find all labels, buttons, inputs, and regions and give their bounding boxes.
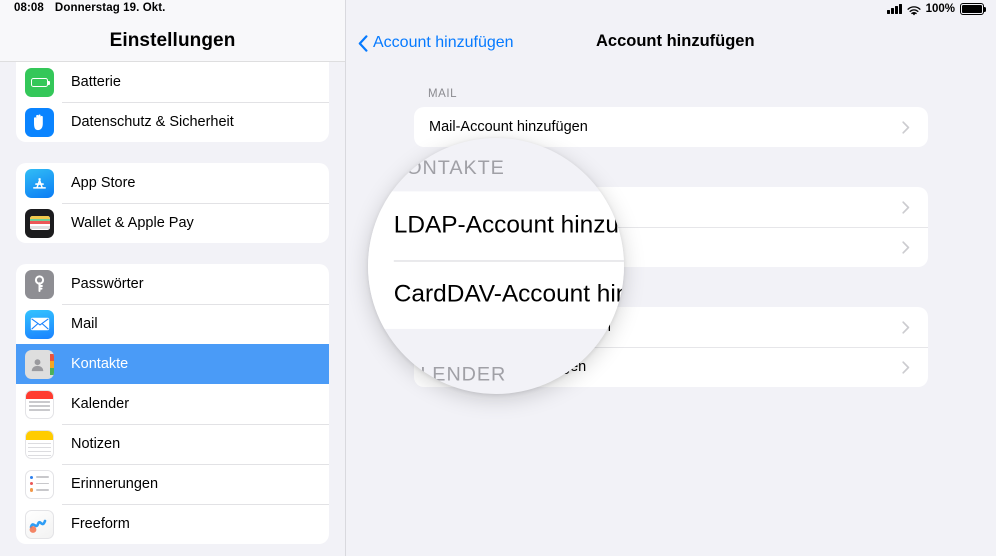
sidebar-group-system: Batterie Datenschutz & Sicherheit (16, 62, 329, 142)
back-button-label: Account hinzufügen (373, 34, 514, 51)
chevron-right-icon (902, 240, 910, 254)
sidebar-item-kontakte[interactable]: Kontakte (16, 344, 329, 384)
sidebar-item-label: Passwörter (71, 276, 144, 292)
chevron-right-icon (902, 360, 910, 374)
sidebar-item-mail[interactable]: Mail (16, 304, 329, 344)
magnifier-lens: KONTAKTE LDAP-Account hinzufügen CardDAV… (368, 138, 624, 394)
magnifier-card-kontakte: LDAP-Account hinzufügen CardDAV-Account … (368, 191, 624, 329)
page-title: Einstellungen (109, 30, 236, 51)
chevron-right-icon (902, 120, 910, 134)
sidebar-item-label: Erinnerungen (71, 476, 159, 492)
contacts-tabs (50, 353, 54, 375)
sidebar-item-label: Mail (71, 316, 98, 332)
sidebar-item-kalender[interactable]: Kalender (16, 384, 329, 424)
section-header-mail: MAIL (428, 88, 458, 100)
magnifier-row-ldap[interactable]: LDAP-Account hinzufügen (368, 191, 624, 260)
sidebar-item-batterie[interactable]: Batterie (16, 62, 329, 102)
battery-icon (25, 67, 54, 97)
hand-privacy-icon (25, 107, 54, 137)
magnifier-section-header-kalender: KALENDER (392, 365, 507, 386)
row-label: CardDAV-Account hinzufügen (393, 280, 624, 309)
sidebar-group-store: App Store Wallet & Apple Pay (16, 163, 329, 243)
sidebar-item-notizen[interactable]: Notizen (16, 424, 329, 464)
sidebar-item-label: Kalender (71, 396, 130, 412)
sidebar: Einstellungen Batterie Datenschutz & Sic… (0, 0, 346, 556)
sidebar-item-app-store[interactable]: App Store (16, 163, 329, 203)
magnifier-content: KONTAKTE LDAP-Account hinzufügen CardDAV… (368, 138, 624, 394)
sidebar-group-apps: Passwörter Mail Kontakte Kalender Notize… (16, 264, 329, 544)
magnifier-row-carddav[interactable]: CardDAV-Account hinzufügen (368, 260, 624, 329)
detail-title: Account hinzufügen (596, 32, 755, 50)
sidebar-item-label: Freeform (71, 516, 130, 532)
calendar-icon (25, 389, 54, 419)
chevron-left-icon (358, 34, 368, 52)
ipad-settings-screen: 08:08 Donnerstag 19. Okt. 100% Einstellu… (0, 0, 996, 556)
sidebar-item-label: Notizen (71, 436, 121, 452)
sidebar-item-erinnerungen[interactable]: Erinnerungen (16, 464, 329, 504)
chevron-right-icon (902, 200, 910, 214)
sidebar-item-freeform[interactable]: Freeform (16, 504, 329, 544)
key-passwords-icon (25, 269, 54, 299)
sidebar-header: Einstellungen (0, 0, 345, 62)
sidebar-item-datenschutz[interactable]: Datenschutz & Sicherheit (16, 102, 329, 142)
wallet-icon (25, 208, 54, 238)
sidebar-item-label: App Store (71, 175, 136, 191)
app-store-icon (25, 168, 54, 198)
freeform-icon (25, 509, 54, 539)
sidebar-item-label: Batterie (71, 74, 121, 90)
detail-pane: Account hinzufügen Account hinzufügen MA… (346, 0, 996, 556)
sidebar-item-label: Datenschutz & Sicherheit (71, 114, 234, 130)
sidebar-item-wallet[interactable]: Wallet & Apple Pay (16, 203, 329, 243)
notes-icon (25, 429, 54, 459)
magnifier-section-header-kontakte: KONTAKTE (392, 158, 505, 180)
sidebar-list: Batterie Datenschutz & Sicherheit App St… (0, 62, 345, 544)
sidebar-item-label: Kontakte (71, 356, 129, 372)
sidebar-item-label: Wallet & Apple Pay (71, 215, 194, 231)
mail-envelope-icon (25, 309, 54, 339)
reminders-icon (25, 469, 54, 499)
sidebar-item-passwoerter[interactable]: Passwörter (16, 264, 329, 304)
chevron-right-icon (902, 320, 910, 334)
row-label: LDAP-Account hinzufügen (393, 211, 624, 240)
navigation-bar: Account hinzufügen Account hinzufügen (346, 0, 996, 62)
row-label: Mail-Account hinzufügen (429, 119, 588, 135)
back-button[interactable]: Account hinzufügen (358, 34, 514, 52)
contacts-icon (25, 349, 54, 379)
